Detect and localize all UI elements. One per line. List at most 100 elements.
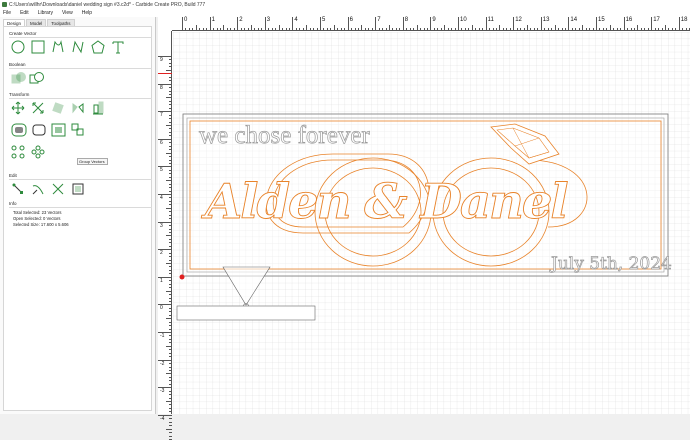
- top-ruler-minor-tick: [206, 28, 208, 31]
- left-ruler-minor-tick: [169, 200, 172, 202]
- top-ruler-tick: [237, 17, 239, 31]
- join-icon[interactable]: [71, 182, 85, 196]
- left-panel: Design Model Toolpaths Create Vector Boo…: [0, 17, 156, 414]
- left-ruler-label: 2: [160, 250, 163, 257]
- top-ruler-label: 4: [294, 17, 298, 23]
- left-ruler-minor-tick: [169, 169, 172, 171]
- top-ruler-minor-tick: [364, 28, 366, 31]
- tagline-text[interactable]: we chose forever: [199, 122, 371, 150]
- top-ruler-minor-tick: [599, 28, 601, 31]
- tab-toolpaths[interactable]: Toolpaths: [47, 19, 75, 26]
- left-ruler-tick: [158, 166, 172, 168]
- left-ruler-minor-tick: [169, 404, 172, 406]
- top-ruler-minor-tick: [602, 28, 604, 31]
- left-ruler-minor-tick: [169, 280, 172, 282]
- distribute-icon[interactable]: [11, 145, 25, 159]
- workspace[interactable]: we chose forever Alden & Danel July 5th,…: [173, 32, 690, 414]
- menu-view[interactable]: View: [62, 10, 73, 16]
- trim-icon[interactable]: [31, 182, 45, 196]
- tab-design[interactable]: Design: [3, 19, 26, 26]
- menu-file[interactable]: File: [3, 10, 11, 16]
- rotate-icon[interactable]: [51, 101, 65, 115]
- top-ruler-minor-tick: [509, 28, 511, 31]
- left-ruler-tick: [158, 83, 172, 85]
- info-total-selected: Total Selected: 23 Vectors: [13, 210, 62, 215]
- left-ruler-minor-tick: [169, 211, 172, 213]
- left-ruler-minor-tick: [169, 380, 172, 382]
- left-ruler-minor-tick: [169, 421, 172, 423]
- top-ruler-minor-tick: [392, 28, 394, 31]
- top-ruler-minor-tick: [188, 28, 190, 31]
- top-ruler-tick: [264, 17, 266, 31]
- polygon-tool-icon[interactable]: [91, 40, 105, 54]
- divider: [9, 37, 152, 38]
- node-edit-icon[interactable]: [11, 182, 25, 196]
- rectangle-tool-icon[interactable]: [31, 40, 45, 54]
- left-ruler-tick: [158, 332, 172, 333]
- menu-help[interactable]: Help: [82, 10, 92, 16]
- left-ruler-tick: [158, 221, 172, 223]
- design-panel: Create Vector Boolean Transform Group Ve…: [3, 26, 152, 411]
- left-ruler-tick: [158, 111, 172, 113]
- move-icon[interactable]: [11, 101, 25, 115]
- divider: [9, 179, 152, 180]
- left-ruler-minor-tick: [169, 338, 172, 340]
- menu-library[interactable]: Library: [38, 10, 53, 16]
- top-ruler-minor-tick: [489, 28, 491, 31]
- left-ruler-minor-tick: [169, 366, 172, 368]
- polyline-tool-icon[interactable]: [71, 40, 85, 54]
- fillet-icon[interactable]: [31, 123, 47, 137]
- top-ruler-minor-tick: [382, 28, 384, 31]
- circle-tool-icon[interactable]: [11, 40, 25, 54]
- top-ruler-minor-tick: [516, 28, 518, 31]
- top-ruler-tick: [485, 17, 487, 31]
- mirror-icon[interactable]: [71, 101, 85, 115]
- top-ruler-tick: [375, 17, 377, 31]
- top-ruler-tick: [402, 17, 404, 31]
- top-ruler-label: 12: [515, 17, 522, 23]
- left-ruler-tick: [158, 138, 172, 140]
- group-vectors-icon[interactable]: [71, 123, 85, 137]
- left-ruler-tick: [158, 304, 172, 306]
- curve-tool-icon[interactable]: [51, 40, 65, 54]
- top-ruler-minor-tick: [551, 28, 553, 31]
- array-icon[interactable]: [31, 145, 45, 159]
- left-ruler-minor-tick: [166, 125, 172, 126]
- top-ruler-minor-tick: [558, 28, 560, 31]
- top-ruler-minor-tick: [464, 28, 466, 31]
- align-icon[interactable]: [91, 101, 105, 115]
- top-ruler-minor-tick: [240, 28, 242, 31]
- boundary-icon[interactable]: [51, 123, 67, 137]
- menu-edit[interactable]: Edit: [20, 10, 29, 16]
- divider: [9, 98, 152, 99]
- left-ruler-tick: [158, 276, 172, 278]
- boolean-union-icon[interactable]: [11, 71, 27, 85]
- names-text[interactable]: Alden & Danel: [201, 174, 571, 231]
- left-ruler-label: 1: [160, 277, 163, 284]
- top-ruler-tick: [540, 17, 542, 31]
- top-ruler-minor-tick: [468, 28, 470, 31]
- top-ruler-minor-tick: [295, 28, 297, 31]
- left-ruler-minor-tick: [169, 369, 172, 371]
- top-ruler-label: 7: [377, 17, 381, 23]
- date-text[interactable]: July 5th, 2024: [549, 254, 673, 275]
- top-ruler-label: 10: [460, 17, 467, 23]
- top-ruler-tick: [182, 17, 183, 31]
- top-ruler-minor-tick: [202, 28, 204, 31]
- top-ruler-label: 13: [542, 17, 550, 23]
- top-ruler-minor-tick: [302, 28, 304, 31]
- boolean-subtract-icon[interactable]: [29, 71, 45, 85]
- top-ruler-label: 9: [432, 17, 436, 23]
- offset-icon[interactable]: [11, 123, 27, 137]
- tab-model[interactable]: Model: [26, 19, 47, 26]
- top-ruler-minor-tick: [223, 25, 225, 31]
- top-ruler-label: 5: [322, 17, 326, 23]
- top-ruler-minor-tick: [275, 28, 277, 31]
- top-ruler-minor-tick: [433, 28, 435, 31]
- left-ruler-minor-tick: [169, 425, 172, 427]
- scale-icon[interactable]: [31, 101, 45, 115]
- top-ruler-tick: [292, 17, 294, 31]
- cut-icon[interactable]: [51, 182, 65, 196]
- top-ruler-label: 1: [211, 17, 215, 23]
- text-tool-icon[interactable]: [111, 40, 125, 54]
